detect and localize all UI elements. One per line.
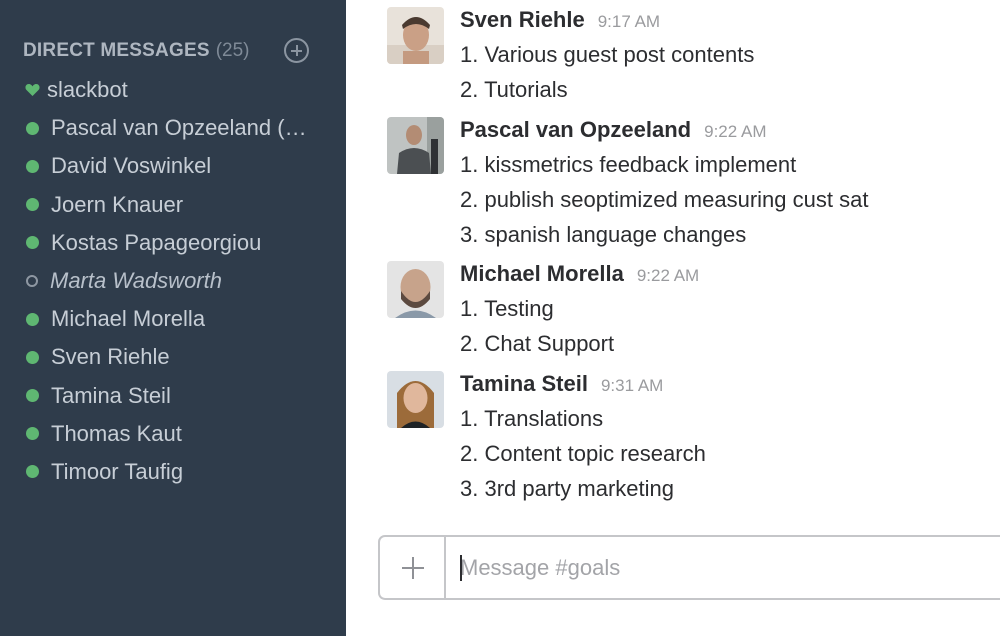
heart-icon (25, 82, 41, 98)
online-presence-icon (26, 427, 39, 441)
dm-item-thomas[interactable]: Thomas Kaut (0, 415, 346, 453)
dm-item-label: Timoor Taufig (51, 458, 184, 484)
message-body: 1. Testing 2. Chat Support (460, 291, 614, 361)
online-presence-icon (26, 236, 39, 250)
avatar[interactable] (387, 7, 444, 64)
message-timestamp[interactable]: 9:17 AM (598, 12, 660, 32)
online-presence-icon (26, 159, 39, 173)
message-line: 2. publish seoptimized measuring cust sa… (460, 187, 869, 212)
online-presence-icon (26, 350, 39, 364)
message-header: Tamina Steil 9:31 AM (460, 371, 663, 397)
online-presence-icon (26, 312, 39, 326)
dm-item-label: Thomas Kaut (51, 420, 182, 446)
message-line: 3. 3rd party marketing (460, 476, 674, 501)
dm-item-tamina[interactable]: Tamina Steil (0, 377, 346, 415)
dm-item-label: Pascal van Opzeeland (… (51, 115, 307, 141)
dm-item-slackbot[interactable]: slackbot (0, 71, 346, 109)
sidebar: DIRECT MESSAGES (25) slackbot Pascal van… (0, 0, 346, 636)
away-presence-icon (26, 275, 38, 288)
message-line: 1. kissmetrics feedback implement (460, 152, 797, 177)
dm-item-label: Kostas Papageorgiou (51, 229, 262, 255)
online-presence-icon (26, 198, 39, 212)
dm-item-label: Joern Knauer (51, 191, 184, 217)
text-caret (460, 555, 462, 581)
message-input[interactable] (446, 537, 1000, 598)
dm-item-david[interactable]: David Voswinkel (0, 147, 346, 185)
message-author[interactable]: Michael Morella (460, 261, 624, 287)
dm-item-marta[interactable]: Marta Wadsworth (0, 262, 346, 300)
direct-messages-count: (25) (215, 40, 250, 61)
message-timestamp[interactable]: 9:31 AM (601, 376, 663, 396)
online-presence-icon (26, 121, 39, 135)
dm-item-label: Marta Wadsworth (50, 268, 222, 294)
message-line: 2. Tutorials (460, 77, 568, 102)
message-author[interactable]: Pascal van Opzeeland (460, 117, 691, 143)
message-line: 2. Content topic research (460, 441, 706, 466)
dm-item-joern[interactable]: Joern Knauer (0, 186, 346, 224)
add-direct-message-icon[interactable] (284, 38, 309, 63)
direct-messages-title[interactable]: DIRECT MESSAGES (23, 40, 210, 62)
message-author[interactable]: Tamina Steil (460, 371, 588, 397)
dm-item-sven[interactable]: Sven Riehle (0, 338, 346, 376)
avatar[interactable] (387, 117, 444, 174)
dm-item-label: slackbot (47, 77, 128, 103)
message-body: 1. Various guest post contents 2. Tutori… (460, 37, 754, 107)
message-body: 1. Translations 2. Content topic researc… (460, 401, 706, 506)
online-presence-icon (26, 465, 39, 479)
message-line: 1. Translations (460, 406, 604, 431)
message-timestamp[interactable]: 9:22 AM (704, 122, 766, 142)
dm-item-label: Tamina Steil (51, 382, 171, 408)
online-presence-icon (26, 389, 39, 403)
message-composer (378, 535, 1000, 600)
message-header: Michael Morella 9:22 AM (460, 261, 699, 287)
message-header: Pascal van Opzeeland 9:22 AM (460, 117, 766, 143)
message-header: Sven Riehle 9:17 AM (460, 7, 660, 33)
message-line: 1. Various guest post contents (460, 42, 755, 67)
message-line: 3. spanish language changes (460, 222, 747, 247)
dm-item-pascal[interactable]: Pascal van Opzeeland (… (0, 109, 346, 147)
avatar[interactable] (387, 261, 444, 318)
direct-messages-header[interactable]: DIRECT MESSAGES (25) (23, 36, 323, 66)
dm-item-label: Sven Riehle (51, 344, 170, 370)
message-line: 2. Chat Support (460, 331, 615, 356)
dm-item-label: Michael Morella (51, 306, 206, 332)
avatar[interactable] (387, 371, 444, 428)
dm-item-kostas[interactable]: Kostas Papageorgiou (0, 224, 346, 262)
direct-messages-list: slackbot Pascal van Opzeeland (… David V… (0, 71, 346, 491)
message-timestamp[interactable]: 9:22 AM (637, 266, 699, 286)
dm-item-timoor[interactable]: Timoor Taufig (0, 453, 346, 491)
message-body: 1. kissmetrics feedback implement 2. pub… (460, 147, 868, 252)
plus-icon[interactable] (380, 537, 446, 598)
message-line: 1. Testing (460, 296, 554, 321)
dm-item-michael[interactable]: Michael Morella (0, 300, 346, 338)
dm-item-label: David Voswinkel (51, 153, 212, 179)
message-author[interactable]: Sven Riehle (460, 7, 585, 33)
